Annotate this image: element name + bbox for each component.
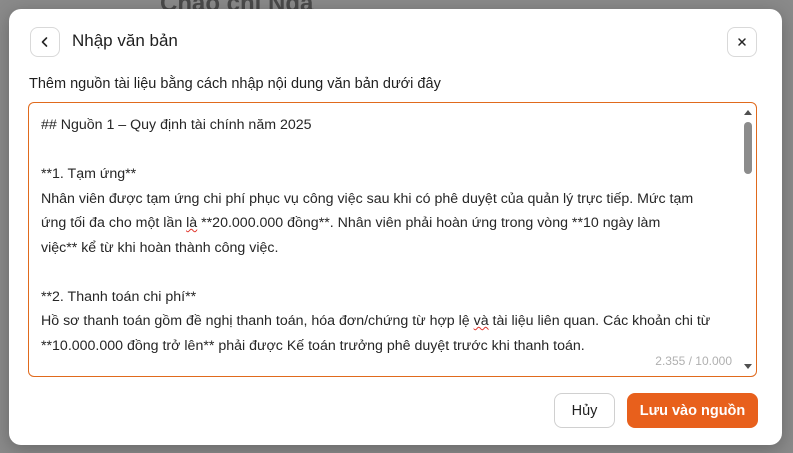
scroll-up-arrow-icon[interactable]	[744, 110, 752, 115]
text-line: **1. Tạm ứng**	[41, 166, 137, 182]
text-line: ứng tối đa cho một lần là **20.000.000 đ…	[41, 215, 661, 231]
scroll-down-arrow-icon[interactable]	[744, 364, 752, 369]
text-line: việc** kể từ khi hoàn thành công việc.	[41, 239, 279, 256]
scroll-thumb[interactable]	[744, 122, 752, 174]
text-input-dialog: Nhập văn bản Thêm nguồn tài liệu bằng cá…	[9, 9, 782, 445]
text-line: Nhân viên được tạm ứng chi phí phục vụ c…	[41, 190, 694, 207]
cancel-button[interactable]: Hủy	[554, 393, 615, 428]
dialog-title: Nhập văn bản	[72, 31, 178, 50]
text-line: Hồ sơ thanh toán gồm đề nghị thanh toán,…	[41, 313, 711, 329]
chevron-left-icon	[41, 37, 48, 47]
text-area-scrollbar[interactable]	[741, 104, 755, 375]
text-line: ## Nguồn 1 – Quy định tài chính năm 2025	[41, 117, 312, 133]
text-line: **2. Thanh toán chi phí**	[41, 288, 197, 305]
text-area-content[interactable]: ## Nguồn 1 – Quy định tài chính năm 2025…	[41, 113, 734, 358]
save-to-source-button[interactable]: Lưu vào nguồn	[627, 393, 758, 428]
text-line: **10.000.000 đồng trở lên** phải được Kế…	[41, 337, 585, 354]
close-icon	[738, 38, 746, 46]
back-button[interactable]	[30, 27, 60, 57]
close-button[interactable]	[727, 27, 757, 57]
spellcheck-word: là	[186, 215, 198, 231]
instruction-text: Thêm nguồn tài liệu bằng cách nhập nội d…	[29, 76, 441, 92]
text-line	[41, 260, 734, 285]
text-line	[41, 138, 734, 163]
character-count: 2.355 / 10.000	[655, 354, 732, 368]
spellcheck-word: và	[473, 313, 489, 329]
document-text-area[interactable]: ## Nguồn 1 – Quy định tài chính năm 2025…	[28, 102, 757, 377]
